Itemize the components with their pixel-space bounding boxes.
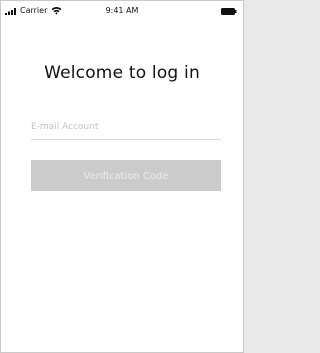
- verification-code-button[interactable]: Verification Code: [31, 160, 221, 191]
- login-screen: Carrier 9:41 AM Welcome to log in Verifi…: [0, 0, 244, 353]
- email-field[interactable]: [31, 115, 221, 140]
- status-time: 9:41 AM: [105, 6, 139, 15]
- status-bar: Carrier 9:41 AM: [1, 1, 243, 21]
- battery-icon: [221, 8, 237, 15]
- page-title: Welcome to log in: [44, 63, 200, 83]
